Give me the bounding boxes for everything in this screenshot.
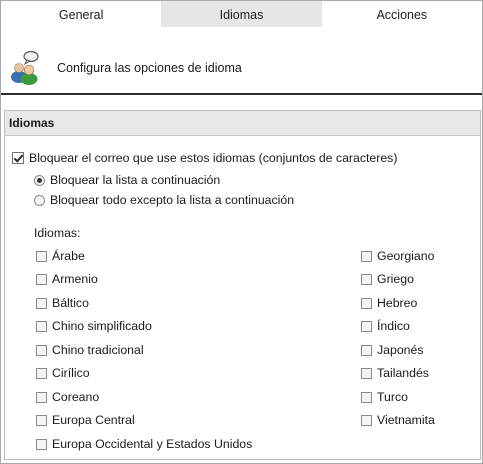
block-languages-label[interactable]: Bloquear el correo que use estos idiomas…	[29, 151, 397, 165]
language-checkbox[interactable]	[361, 273, 372, 285]
language-checkbox[interactable]	[36, 297, 47, 309]
language-label[interactable]: Hebreo	[377, 296, 417, 310]
language-item: Japonés	[361, 343, 424, 357]
language-item: Europa Occidental y Estados Unidos	[36, 437, 252, 451]
block-languages-row: Bloquear el correo que use estos idiomas…	[12, 151, 397, 165]
languages-list-label: Idiomas:	[34, 226, 81, 240]
language-item: Índico	[361, 319, 410, 333]
language-item: Hebreo	[361, 296, 417, 310]
language-item: Cirílico	[36, 366, 90, 380]
block-languages-checkbox[interactable]	[12, 152, 24, 164]
language-label[interactable]: Tailandés	[377, 366, 429, 380]
language-settings-panel: General Idiomas Acciones Configura las o…	[0, 0, 483, 464]
language-checkbox[interactable]	[36, 391, 47, 403]
language-checkbox[interactable]	[36, 344, 47, 356]
language-item: Báltico	[36, 296, 89, 310]
language-item: Georgiano	[361, 249, 434, 263]
languages-group: Idiomas Bloquear el correo que use estos…	[4, 110, 481, 460]
language-item: Turco	[361, 390, 408, 404]
tab-general[interactable]: General	[1, 1, 161, 27]
language-checkbox[interactable]	[36, 438, 47, 450]
radio-block-list-row: Bloquear la lista a continuación	[34, 173, 220, 187]
language-checkbox[interactable]	[36, 250, 47, 262]
language-label[interactable]: Griego	[377, 272, 414, 286]
language-checkbox[interactable]	[361, 250, 372, 262]
language-label[interactable]: Índico	[377, 319, 410, 333]
language-label[interactable]: Japonés	[377, 343, 424, 357]
language-checkbox[interactable]	[36, 273, 47, 285]
language-checkbox[interactable]	[361, 391, 372, 403]
language-label[interactable]: Chino tradicional	[52, 343, 144, 357]
language-checkbox[interactable]	[361, 344, 372, 356]
language-checkbox[interactable]	[36, 367, 47, 379]
group-title: Idiomas	[5, 111, 480, 136]
language-label[interactable]: Armenio	[52, 272, 98, 286]
language-item: Árabe	[36, 249, 85, 263]
language-item: Tailandés	[361, 366, 429, 380]
language-item: Griego	[361, 272, 414, 286]
language-checkbox[interactable]	[361, 297, 372, 309]
language-checkbox[interactable]	[36, 320, 47, 332]
header-description: Configura las opciones de idioma	[57, 61, 242, 75]
tab-bar: General Idiomas Acciones	[1, 1, 482, 27]
language-checkbox[interactable]	[361, 414, 372, 426]
panel-header: Configura las opciones de idioma	[1, 27, 482, 95]
tab-acciones[interactable]: Acciones	[322, 1, 482, 27]
language-item: Coreano	[36, 390, 99, 404]
radio-block-list-label[interactable]: Bloquear la lista a continuación	[50, 173, 220, 187]
language-label[interactable]: Vietnamita	[377, 413, 435, 427]
users-language-icon	[11, 51, 39, 85]
language-item: Europa Central	[36, 413, 135, 427]
language-label[interactable]: Georgiano	[377, 249, 434, 263]
language-item: Armenio	[36, 272, 98, 286]
language-item: Vietnamita	[361, 413, 435, 427]
language-label[interactable]: Europa Occidental y Estados Unidos	[52, 437, 252, 451]
radio-block-all-except[interactable]	[34, 194, 45, 206]
language-label[interactable]: Árabe	[52, 249, 85, 263]
radio-block-all-except-row: Bloquear todo excepto la lista a continu…	[34, 193, 294, 207]
language-label[interactable]: Chino simplificado	[52, 319, 152, 333]
language-label[interactable]: Coreano	[52, 390, 99, 404]
language-label[interactable]: Cirílico	[52, 366, 90, 380]
radio-block-all-except-label[interactable]: Bloquear todo excepto la lista a continu…	[50, 193, 294, 207]
language-item: Chino simplificado	[36, 319, 152, 333]
tab-idiomas[interactable]: Idiomas	[161, 1, 322, 27]
language-label[interactable]: Europa Central	[52, 413, 135, 427]
language-item: Chino tradicional	[36, 343, 144, 357]
language-checkbox[interactable]	[36, 414, 47, 426]
radio-block-list[interactable]	[34, 174, 45, 186]
language-label[interactable]: Turco	[377, 390, 408, 404]
language-label[interactable]: Báltico	[52, 296, 89, 310]
language-checkbox[interactable]	[361, 367, 372, 379]
language-checkbox[interactable]	[361, 320, 372, 332]
